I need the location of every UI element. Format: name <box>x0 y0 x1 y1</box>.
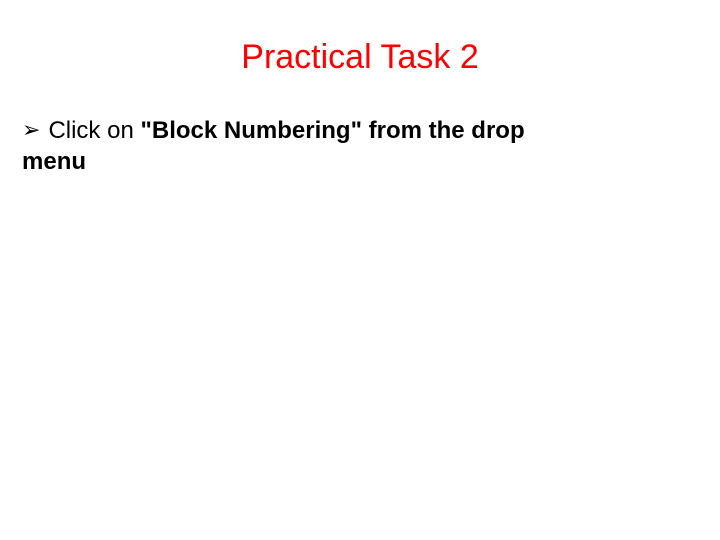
bullet-text: Click on "Block Numbering" from the drop <box>48 115 698 146</box>
quote-close: " <box>351 117 362 144</box>
quote-open: " <box>140 117 151 144</box>
triangle-right-icon: ➢ <box>22 115 40 145</box>
bullet-list: ➢ Click on "Block Numbering" from the dr… <box>0 115 720 177</box>
bullet-item: ➢ Click on "Block Numbering" from the dr… <box>22 115 698 146</box>
bullet-middle: from the drop <box>362 117 525 144</box>
quoted-term: Block Numbering <box>152 117 351 144</box>
slide-title: Practical Task 2 <box>0 38 720 77</box>
bullet-continuation: menu <box>22 146 698 177</box>
bullet-prefix: Click on <box>48 117 140 144</box>
